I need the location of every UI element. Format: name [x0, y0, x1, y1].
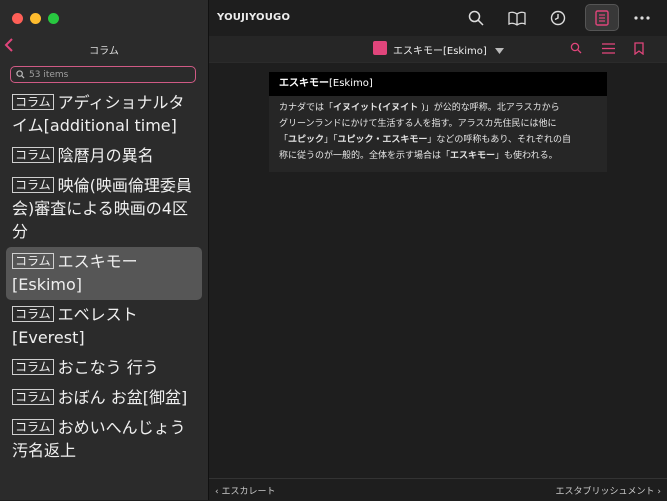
zoom-window-button[interactable] — [48, 13, 59, 24]
term: エスキモー — [450, 151, 496, 161]
search-icon[interactable] — [465, 9, 487, 27]
next-entry-link[interactable]: エスタブリッシュメント › — [556, 484, 661, 497]
article-heading: エスキモー[Eskimo] — [269, 72, 607, 96]
article-line: 「ユピック」「ユピック・エスキモー」などの呼称もあり、それぞれの自 — [279, 132, 597, 148]
footer-nav: ‹ エスカレート エスタブリッシュメント › — [209, 478, 667, 501]
previous-entry-label: エスカレート — [221, 487, 276, 497]
entry-header-bar: エスキモー[Eskimo] — [209, 36, 667, 63]
term: ユピック — [288, 135, 325, 145]
history-icon[interactable] — [547, 9, 569, 27]
column-tag: コラム — [12, 177, 54, 193]
list-item[interactable]: コラム アディショナルタイム[additional time] — [6, 88, 202, 141]
text-run: 」「 — [324, 135, 338, 145]
list-item[interactable]: コラム 陰暦月の異名 — [6, 141, 202, 171]
article-card: エスキモー[Eskimo] カナダでは「イヌイット(イヌイト )」が公的な呼称。… — [269, 72, 607, 172]
main-pane: YOUJIYOUGO エスキモー[Eskimo] エスキモー[Eskimo] カ… — [209, 0, 667, 500]
column-tag: コラム — [12, 389, 54, 405]
more-icon[interactable] — [631, 9, 653, 27]
sidebar-title: コラム — [89, 46, 119, 57]
chevron-down-icon — [494, 48, 504, 54]
list-item[interactable]: コラム 映倫(映画倫理委員会)審査による映画の4区分 — [6, 171, 202, 247]
list-item[interactable]: コラム おめいへんじょう 汚名返上 — [6, 413, 202, 466]
column-tag: コラム — [12, 419, 54, 435]
article-body: カナダでは「イヌイット(イヌイト )」が公的な呼称。北アラスカから グリーンラン… — [269, 96, 607, 168]
list-item[interactable]: コラム エベレスト[Everest] — [6, 300, 202, 353]
article-line: グリーンランドにかけて生活する人を指す。アラスカ先住民には他に — [279, 116, 597, 132]
text-run: グリーンランドにかけて生活する人を指す。アラスカ先住民には他に — [279, 119, 557, 129]
list-menu-icon[interactable] — [597, 39, 619, 57]
previous-entry-link[interactable]: ‹ エスカレート — [215, 484, 275, 497]
toolbar: YOUJIYOUGO — [209, 0, 667, 36]
term: ユピック・エスキモー — [337, 135, 428, 145]
text-run: 」などの呼称もあり、それぞれの自 — [427, 135, 572, 145]
column-tag: コラム — [12, 94, 54, 110]
text-run: カナダでは「 — [279, 103, 334, 113]
list-item[interactable]: コラム おぼん お盆[御盆] — [6, 383, 202, 413]
term: イヌイット(イヌイト — [333, 103, 422, 113]
window-controls — [12, 13, 59, 24]
next-entry-label: エスタブリッシュメント — [555, 487, 655, 497]
text-run: 「 — [279, 135, 289, 145]
text-run: 」も使われる。 — [495, 151, 558, 161]
search-input[interactable]: 53 items — [10, 66, 196, 83]
app-title: YOUJIYOUGO — [217, 12, 291, 23]
search-icon — [16, 70, 25, 79]
minimize-window-button[interactable] — [30, 13, 41, 24]
find-in-page-icon[interactable] — [565, 39, 587, 57]
list-item-label: おぼん お盆[御盆] — [57, 388, 188, 407]
column-tag: コラム — [12, 306, 54, 322]
text-run: 称に従うのが一般的。全体を示す場合は「 — [279, 151, 451, 161]
dictionary-icon — [373, 41, 387, 55]
entry-list: コラム アディショナルタイム[additional time] コラム 陰暦月の異名コ… — [6, 88, 202, 466]
chevron-right-icon: › — [654, 487, 661, 497]
article-heading-reading: [Eskimo] — [329, 78, 373, 89]
list-item[interactable]: コラム エスキモー[Eskimo] — [6, 247, 202, 300]
column-tag: コラム — [12, 359, 54, 375]
column-tag: コラム — [12, 147, 54, 163]
entry-title-dropdown[interactable]: エスキモー[Eskimo] — [393, 42, 504, 57]
close-window-button[interactable] — [12, 13, 23, 24]
column-tag: コラム — [12, 253, 54, 269]
book-icon[interactable] — [506, 9, 528, 27]
entry-title: エスキモー[Eskimo] — [393, 46, 487, 57]
list-item-label: 陰暦月の異名 — [57, 146, 154, 165]
sidebar: コラム 53 items コラム アディショナルタイム[additional ti… — [0, 0, 209, 500]
list-item[interactable]: コラム おこなう 行う — [6, 353, 202, 383]
search-placeholder: 53 items — [29, 69, 69, 80]
article-line: カナダでは「イヌイット(イヌイト )」が公的な呼称。北アラスカから — [279, 100, 597, 116]
article-heading-word: エスキモー — [279, 78, 329, 89]
text-run: )」が公的な呼称。北アラスカから — [421, 103, 560, 113]
document-icon[interactable] — [591, 9, 613, 27]
list-item-label: おこなう 行う — [57, 358, 159, 377]
bookmark-icon[interactable] — [628, 39, 650, 57]
article-line: 称に従うのが一般的。全体を示す場合は「エスキモー」も使われる。 — [279, 148, 597, 164]
